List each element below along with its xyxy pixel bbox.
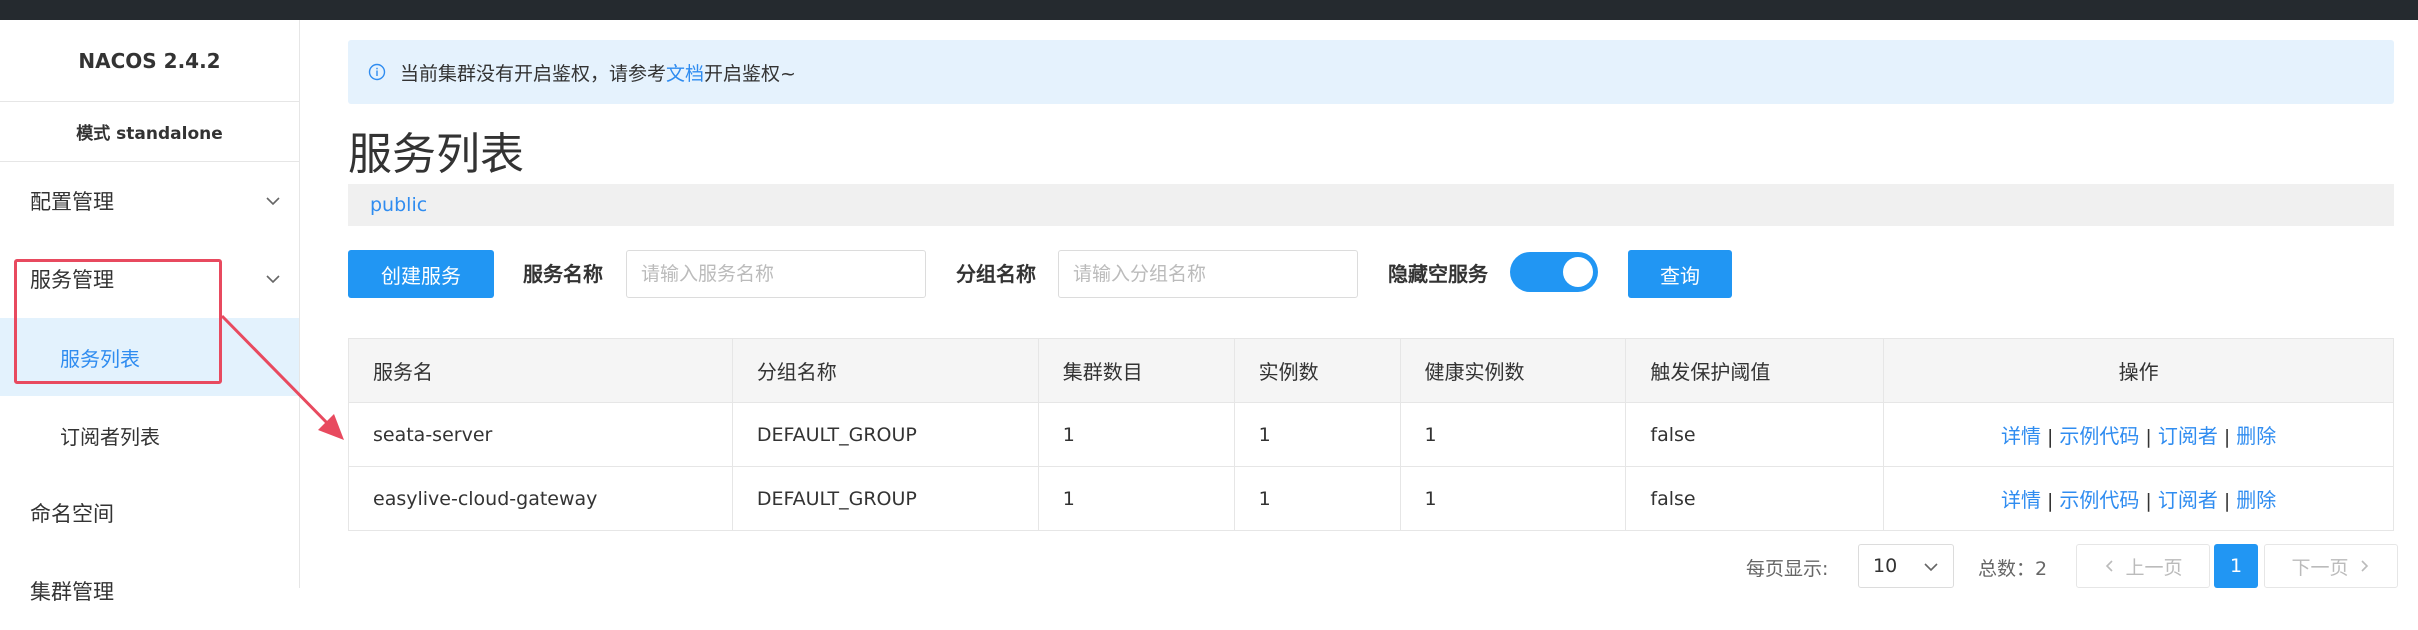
chevron-left-icon — [2106, 560, 2114, 572]
auth-notice: 当前集群没有开启鉴权，请参考 文档 开启鉴权~ — [348, 40, 2394, 104]
action-separator: | — [2223, 490, 2231, 512]
col-header-instance-count: 实例数 — [1233, 338, 1401, 403]
table-header-row: 服务名 分组名称 集群数目 实例数 健康实例数 触发保护阈值 操作 — [348, 338, 2394, 403]
namespace-bar: public — [348, 184, 2394, 226]
info-icon — [368, 63, 386, 81]
cell-instance-count: 1 — [1233, 466, 1401, 531]
details-link[interactable]: 详情 — [2001, 424, 2041, 448]
chevron-down-icon — [266, 197, 280, 206]
col-header-healthy-count: 健康实例数 — [1399, 338, 1627, 403]
per-page-label: 每页显示: — [1746, 558, 1829, 580]
subscribers-link[interactable]: 订阅者 — [2158, 424, 2218, 448]
next-page-label: 下一页 — [2291, 556, 2349, 579]
cell-service-name: easylive-cloud-gateway — [348, 466, 733, 531]
chevron-down-icon — [266, 275, 280, 284]
sidebar-item-label: 订阅者列表 — [60, 424, 160, 449]
create-service-button[interactable]: 创建服务 — [348, 250, 494, 298]
brand-title: NACOS 2.4.2 — [0, 20, 299, 102]
notice-text-suffix: 开启鉴权~ — [704, 62, 796, 85]
cell-cluster-count: 1 — [1037, 402, 1235, 467]
next-page-button[interactable]: 下一页 — [2264, 544, 2398, 588]
cell-actions: 详情 | 示例代码 | 订阅者 | 删除 — [1883, 466, 2394, 531]
sidebar-item-subscriber-list[interactable]: 订阅者列表 — [0, 396, 299, 474]
col-header-cluster-count: 集群数目 — [1037, 338, 1235, 403]
sidebar-item-config-management[interactable]: 配置管理 — [0, 162, 299, 240]
per-page-value: 10 — [1873, 555, 1898, 577]
namespace-public[interactable]: public — [370, 194, 427, 216]
chevron-down-icon — [1924, 563, 1938, 572]
notice-text: 当前集群没有开启鉴权，请参考 — [400, 62, 667, 85]
page-number-current[interactable]: 1 — [2214, 544, 2258, 588]
col-header-group-name: 分组名称 — [731, 338, 1039, 403]
chevron-right-icon — [2360, 560, 2368, 572]
action-separator: | — [2047, 490, 2054, 512]
group-name-label: 分组名称 — [956, 262, 1036, 286]
prev-page-label: 上一页 — [2125, 556, 2183, 579]
filter-bar: 创建服务 服务名称 分组名称 隐藏空服务 查询 — [348, 250, 2394, 298]
per-page-select[interactable]: 10 — [1858, 544, 1954, 588]
hide-empty-label: 隐藏空服务 — [1388, 262, 1488, 286]
sidebar-item-label: 服务列表 — [60, 346, 140, 371]
cell-threshold: false — [1625, 402, 1885, 467]
delete-link[interactable]: 删除 — [2236, 424, 2276, 448]
sidebar-item-service-list[interactable]: 服务列表 — [0, 318, 299, 396]
sidebar-item-label: 服务管理 — [30, 268, 114, 292]
pagination: 每页显示: 10 总数：2 上一页 1 下一页 — [0, 544, 2418, 588]
table-row: seata-server DEFAULT_GROUP 1 1 1 false 详… — [348, 402, 2394, 467]
cell-cluster-count: 1 — [1037, 466, 1235, 531]
details-link[interactable]: 详情 — [2001, 488, 2041, 512]
action-separator: | — [2223, 426, 2231, 448]
hide-empty-toggle[interactable] — [1510, 252, 1598, 292]
top-bar — [0, 0, 2418, 20]
delete-link[interactable]: 删除 — [2236, 488, 2276, 512]
prev-page-button[interactable]: 上一页 — [2076, 544, 2210, 588]
docs-link[interactable]: 文档 — [666, 59, 704, 86]
action-separator: | — [2145, 426, 2152, 448]
cell-instance-count: 1 — [1233, 402, 1401, 467]
sidebar-item-label: 命名空间 — [30, 502, 114, 526]
service-name-input[interactable] — [626, 250, 926, 298]
cell-actions: 详情 | 示例代码 | 订阅者 | 删除 — [1883, 402, 2394, 467]
service-table: 服务名 分组名称 集群数目 实例数 健康实例数 触发保护阈值 操作 seata-… — [348, 338, 2394, 531]
table-row: easylive-cloud-gateway DEFAULT_GROUP 1 1… — [348, 466, 2394, 531]
sample-code-link[interactable]: 示例代码 — [2059, 424, 2139, 448]
service-name-label: 服务名称 — [523, 262, 603, 286]
cell-group-name: DEFAULT_GROUP — [731, 466, 1039, 531]
toggle-knob — [1563, 257, 1593, 287]
page-title: 服务列表 — [348, 129, 524, 180]
query-button[interactable]: 查询 — [1628, 250, 1732, 298]
cell-healthy-count: 1 — [1399, 402, 1627, 467]
sidebar-item-label: 配置管理 — [30, 190, 114, 214]
action-separator: | — [2145, 490, 2152, 512]
group-name-input[interactable] — [1058, 250, 1358, 298]
sidebar: NACOS 2.4.2 模式 standalone 配置管理 服务管理 服务列表… — [0, 20, 300, 604]
cell-healthy-count: 1 — [1399, 466, 1627, 531]
col-header-threshold: 触发保护阈值 — [1625, 338, 1885, 403]
cell-group-name: DEFAULT_GROUP — [731, 402, 1039, 467]
subscribers-link[interactable]: 订阅者 — [2158, 488, 2218, 512]
mode-label: 模式 standalone — [0, 102, 299, 162]
col-header-service-name: 服务名 — [348, 338, 733, 403]
action-separator: | — [2047, 426, 2054, 448]
sidebar-item-namespace[interactable]: 命名空间 — [0, 474, 299, 552]
cell-service-name: seata-server — [348, 402, 733, 467]
cell-threshold: false — [1625, 466, 1885, 531]
col-header-actions: 操作 — [1883, 338, 2394, 403]
sample-code-link[interactable]: 示例代码 — [2059, 488, 2139, 512]
total-count: 总数：2 — [1978, 558, 2048, 580]
sidebar-item-service-management[interactable]: 服务管理 — [0, 240, 299, 318]
